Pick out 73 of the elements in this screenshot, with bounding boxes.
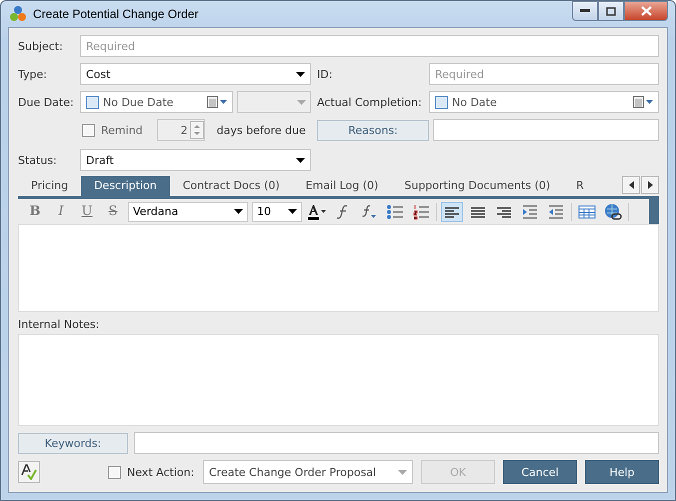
- field-label: Subject:: [18, 40, 64, 52]
- field-label: Due Date:: [18, 96, 75, 108]
- dropdown-caret-icon: [398, 470, 407, 474]
- type-dropdown[interactable]: Cost: [80, 63, 311, 85]
- hyperlink-button[interactable]: [602, 202, 624, 222]
- underline-button[interactable]: U: [76, 202, 98, 222]
- internal-notes-label: Internal Notes:: [18, 318, 100, 331]
- due-date-field[interactable]: No Due Date: [80, 91, 233, 113]
- calendar-icon[interactable]: [207, 96, 227, 108]
- tab[interactable]: Contract Docs (0): [170, 176, 293, 196]
- next-action-dropdown[interactable]: Create Change Order Proposal: [203, 460, 413, 484]
- italic-button[interactable]: I: [50, 202, 72, 222]
- globe-link-icon: [604, 202, 622, 220]
- reasons-field[interactable]: [433, 119, 659, 141]
- numbered-list-icon: [412, 204, 430, 220]
- field-label: ID:: [317, 68, 334, 80]
- spinner-arrows-icon: [190, 121, 204, 139]
- cancel-button[interactable]: Cancel: [503, 460, 577, 484]
- dropdown-caret-icon: [297, 100, 306, 104]
- restore-icon: [606, 6, 616, 16]
- dropdown-caret-icon: [234, 209, 243, 214]
- internal-notes-field[interactable]: [18, 334, 659, 426]
- align-left-button[interactable]: [441, 202, 463, 222]
- dropdown-caret-icon: [296, 72, 305, 76]
- tab[interactable]: Pricing: [18, 176, 82, 196]
- bulleted-list-icon: [386, 204, 404, 220]
- indent-icon: [521, 204, 539, 220]
- minimize-icon: [580, 9, 590, 13]
- scroll-right-button[interactable]: [641, 176, 659, 194]
- window-title: Create Potential Change Order: [33, 7, 198, 21]
- field-label: Actual Completion:: [317, 96, 423, 108]
- close-icon: [640, 6, 652, 16]
- dropdown-caret-icon: [288, 209, 297, 214]
- scroll-left-button[interactable]: [622, 176, 640, 194]
- checkbox[interactable]: [108, 466, 121, 478]
- checkbox[interactable]: [86, 96, 99, 108]
- calendar-icon[interactable]: [633, 96, 653, 108]
- right-arrow-icon: [648, 181, 652, 189]
- spell-check-icon: [21, 464, 37, 480]
- table-icon: [578, 204, 596, 220]
- field-label: Type:: [18, 68, 48, 80]
- reasons-button[interactable]: Reasons:: [317, 120, 429, 140]
- close-button[interactable]: [624, 1, 668, 21]
- strikethrough-button[interactable]: S: [102, 202, 124, 222]
- actual-completion-field[interactable]: No Date: [429, 91, 659, 113]
- next-action-label: Next Action:: [127, 466, 194, 478]
- field-label: Status:: [18, 154, 58, 166]
- minimize-button[interactable]: [572, 1, 598, 21]
- help-button[interactable]: Help: [585, 460, 659, 484]
- spell-check-button[interactable]: [18, 461, 40, 483]
- font-dropdown[interactable]: Verdana: [128, 202, 248, 222]
- tab[interactable]: Supporting Documents (0): [391, 176, 564, 196]
- function-icon: [336, 204, 350, 220]
- checkbox[interactable]: [82, 124, 95, 136]
- outdent-icon: [547, 204, 565, 220]
- bold-button[interactable]: B: [24, 202, 46, 222]
- dropdown-caret-icon: [296, 158, 305, 162]
- font-size-dropdown[interactable]: 10: [252, 202, 302, 222]
- days-before-due-label: days before due: [216, 124, 306, 136]
- status-dropdown[interactable]: Draft: [80, 149, 311, 171]
- tab[interactable]: R: [563, 176, 597, 196]
- formula-icon: [361, 204, 377, 220]
- tab[interactable]: Description: [81, 176, 170, 196]
- remind-label: Remind: [101, 124, 143, 136]
- checkbox[interactable]: [435, 96, 448, 108]
- tab[interactable]: Email Log (0): [292, 176, 392, 196]
- keywords-button[interactable]: Keywords:: [18, 432, 128, 454]
- text-color-icon: [307, 204, 327, 220]
- app-logo-icon: [9, 5, 27, 23]
- keywords-field[interactable]: [134, 432, 659, 454]
- maximize-button[interactable]: [598, 1, 624, 21]
- remind-days-spinner[interactable]: 2: [156, 119, 205, 141]
- left-arrow-icon: [628, 181, 634, 189]
